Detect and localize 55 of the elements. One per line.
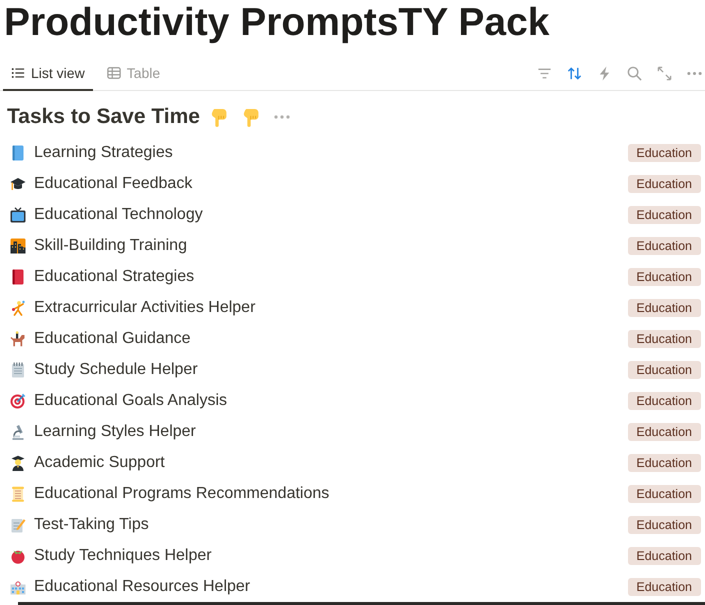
list-item-title[interactable]: Educational Resources Helper <box>34 578 250 596</box>
category-tag: Education <box>628 360 701 378</box>
book-icon <box>10 144 26 160</box>
microscope-icon <box>10 424 26 440</box>
category-tag: Education <box>628 422 701 440</box>
category-tag: Education <box>628 484 701 502</box>
category-tag: Education <box>628 144 701 162</box>
category-tag: Education <box>628 330 701 348</box>
category-tag: Education <box>628 578 701 596</box>
section-heading: Tasks to Save Time <box>7 105 200 129</box>
list-item-title[interactable]: Educational Goals Analysis <box>34 392 227 410</box>
list-item-title[interactable]: Educational Guidance <box>34 330 191 348</box>
city-skyline-icon <box>10 238 26 254</box>
list-item-title[interactable]: Educational Strategies <box>34 268 194 286</box>
scroll-icon <box>10 486 26 502</box>
closed-book-icon <box>10 268 26 284</box>
tomato-icon <box>10 548 26 564</box>
page-title: Productivity PromptsTY Pack <box>3 0 550 46</box>
search-icon[interactable] <box>625 64 643 82</box>
graduation-cap-icon <box>10 176 26 192</box>
category-tag: Education <box>628 298 701 316</box>
list-item-title[interactable]: Study Schedule Helper <box>34 360 198 378</box>
category-tag: Education <box>628 206 701 224</box>
list-item-title[interactable]: Educational Programs Recommendations <box>34 484 330 502</box>
category-tag: Education <box>628 546 701 564</box>
category-tag: Education <box>628 516 701 534</box>
target-icon <box>10 392 26 408</box>
television-icon <box>10 206 26 222</box>
category-tag: Education <box>628 174 701 192</box>
school-building-icon <box>10 578 26 594</box>
student-icon <box>10 454 26 470</box>
dog-icon <box>10 330 26 346</box>
category-tag: Education <box>628 236 701 254</box>
list-item-title[interactable]: Skill-Building Training <box>34 236 187 254</box>
spiral-notepad-icon <box>10 362 26 378</box>
juggling-person-icon <box>10 300 26 316</box>
expand-arrows-icon[interactable] <box>655 64 673 82</box>
list-item-title[interactable]: Extracurricular Activities Helper <box>34 298 256 316</box>
category-tag: Education <box>628 268 701 286</box>
pointing-down-hand-icon <box>242 108 259 126</box>
category-tag: Education <box>628 392 701 410</box>
list-item-title[interactable]: Test-Taking Tips <box>34 516 149 534</box>
list-item-title[interactable]: Educational Feedback <box>34 174 192 192</box>
list-icon <box>11 66 25 80</box>
category-tag: Education <box>628 454 701 472</box>
memo-pencil-icon <box>10 516 26 532</box>
pointing-down-hand-icon <box>210 108 227 126</box>
view-tab[interactable]: List view <box>3 56 93 91</box>
list-item-title[interactable]: Learning Styles Helper <box>34 422 196 440</box>
more-options-icon[interactable] <box>274 114 290 120</box>
list-item-title[interactable]: Learning Strategies <box>34 144 173 162</box>
list-item-title[interactable]: Educational Technology <box>34 206 203 224</box>
list-item-title[interactable]: Academic Support <box>34 454 165 472</box>
list-item-title[interactable]: Study Techniques Helper <box>34 546 212 564</box>
table-icon <box>106 66 121 80</box>
